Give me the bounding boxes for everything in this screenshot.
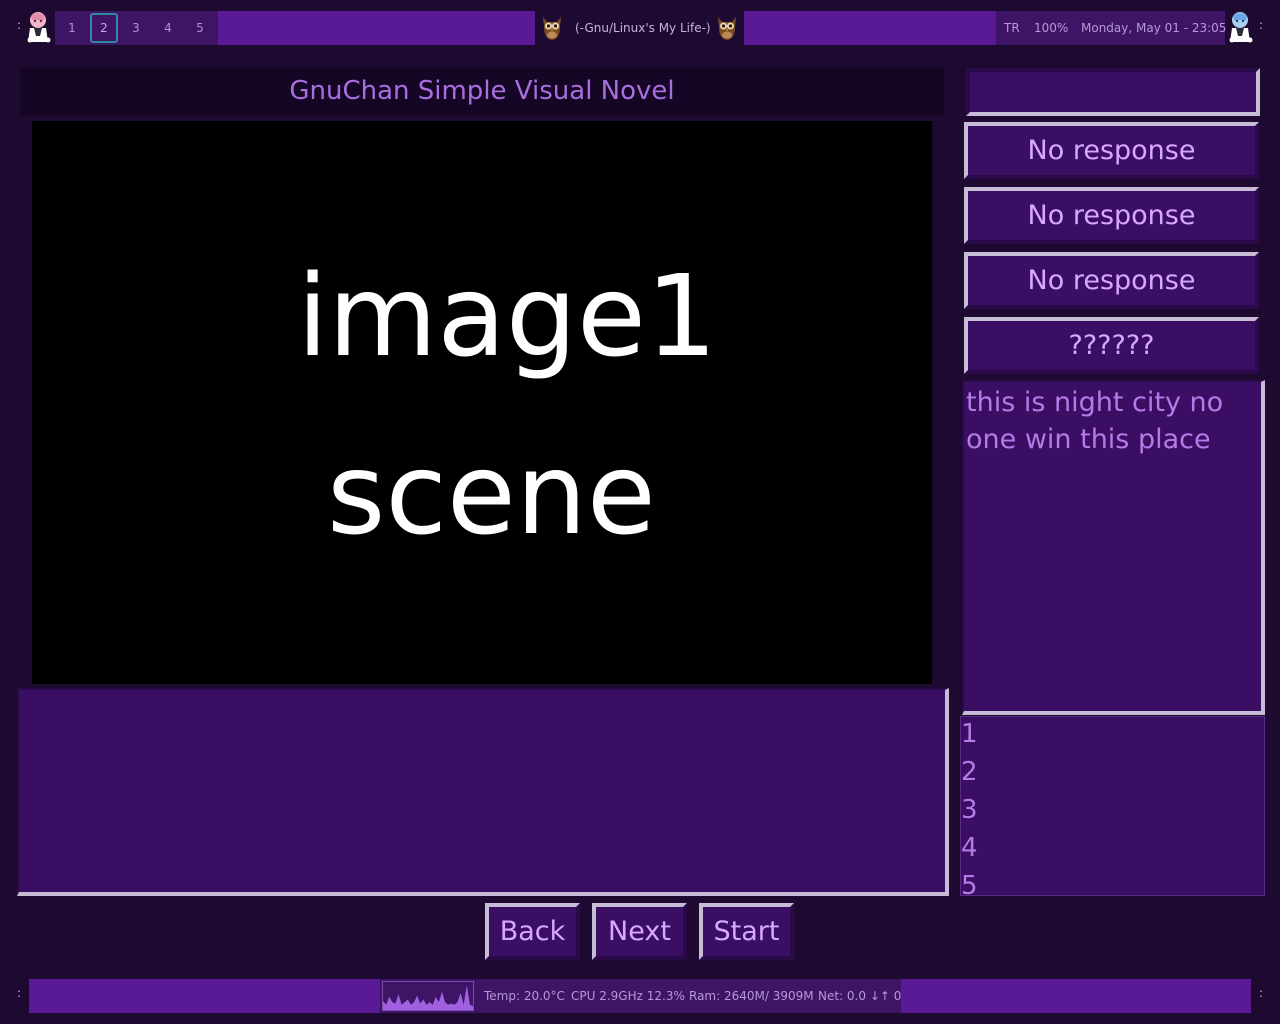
top-panel: : 1 2 3 4 5 (-Gnu/Linux's My Life-) TR 1… xyxy=(0,0,1280,56)
start-button[interactable]: Start xyxy=(699,903,794,960)
workspace-4[interactable]: 4 xyxy=(154,11,182,45)
keyboard-layout-indicator[interactable]: TR xyxy=(1004,11,1020,45)
panel-spacer-left xyxy=(29,979,380,1013)
response-button-4[interactable]: ?????? xyxy=(964,317,1259,374)
active-window-title: (-Gnu/Linux's My Life-) xyxy=(575,21,711,35)
list-item[interactable]: 5 xyxy=(961,867,1264,895)
owl-icon xyxy=(543,17,561,40)
response-button-3[interactable]: No response xyxy=(964,252,1259,309)
cpu-graph-area xyxy=(383,985,473,1010)
clock[interactable]: Monday, May 01 - 23:05 xyxy=(1081,11,1226,45)
cpu-graph xyxy=(382,981,474,1011)
avatar-pink-icon[interactable] xyxy=(26,10,54,44)
bottom-panel: : Temp: 20.0°C CPU 2.9GHz 12.3% Ram: 264… xyxy=(0,968,1280,1024)
panel-spacer-left xyxy=(218,11,535,45)
workspace-switcher: 1 2 3 4 5 xyxy=(55,11,218,45)
window-title-area: (-Gnu/Linux's My Life-) xyxy=(535,11,744,45)
app-title: GnuChan Simple Visual Novel xyxy=(20,67,944,115)
network-readout: Net: 0.0 ↓↑ 0.0 xyxy=(818,989,913,1003)
dialogue-box xyxy=(17,688,949,896)
list-item[interactable]: 4 xyxy=(961,829,1264,867)
back-button[interactable]: Back xyxy=(485,903,580,960)
volume-indicator[interactable]: 100% xyxy=(1034,11,1068,45)
scene-caption-line-2: scene xyxy=(327,430,656,560)
workspace-3[interactable]: 3 xyxy=(122,11,150,45)
scene-image: image1 scene xyxy=(32,121,932,684)
list-item[interactable]: 3 xyxy=(961,791,1264,829)
panel-right-edge: : xyxy=(1258,986,1264,1000)
workspace-5[interactable]: 5 xyxy=(186,11,214,45)
panel-left-edge: : xyxy=(16,18,22,32)
list-item[interactable]: 1 xyxy=(961,717,1264,753)
response-button-1[interactable]: No response xyxy=(964,122,1259,179)
narration-text: this is night city no one win this place xyxy=(962,380,1265,715)
character-name-box xyxy=(966,68,1260,116)
owl-icon-right xyxy=(718,17,736,40)
panel-left-edge: : xyxy=(16,986,22,1000)
panel-spacer-right xyxy=(901,979,1251,1013)
next-button[interactable]: Next xyxy=(592,903,687,960)
workspace-1[interactable]: 1 xyxy=(58,11,86,45)
workspace-2[interactable]: 2 xyxy=(90,13,118,43)
panel-right-edge: : xyxy=(1258,18,1264,32)
avatar-blue-icon[interactable] xyxy=(1226,10,1254,44)
scene-caption-line-1: image1 xyxy=(297,252,718,382)
temperature-readout: Temp: 20.0°C xyxy=(484,989,565,1003)
panel-spacer-right xyxy=(744,11,996,45)
cpu-readout: CPU 2.9GHz 12.3% xyxy=(571,989,685,1003)
status-area: TR 100% Monday, May 01 - 23:05 xyxy=(996,11,1226,45)
system-monitor: Temp: 20.0°C CPU 2.9GHz 12.3% Ram: 2640M… xyxy=(380,979,913,1013)
choice-list[interactable]: 1 2 3 4 5 xyxy=(960,716,1265,896)
response-button-2[interactable]: No response xyxy=(964,187,1259,244)
ram-readout: Ram: 2640M/ 3909M xyxy=(689,989,814,1003)
list-item[interactable]: 2 xyxy=(961,753,1264,791)
